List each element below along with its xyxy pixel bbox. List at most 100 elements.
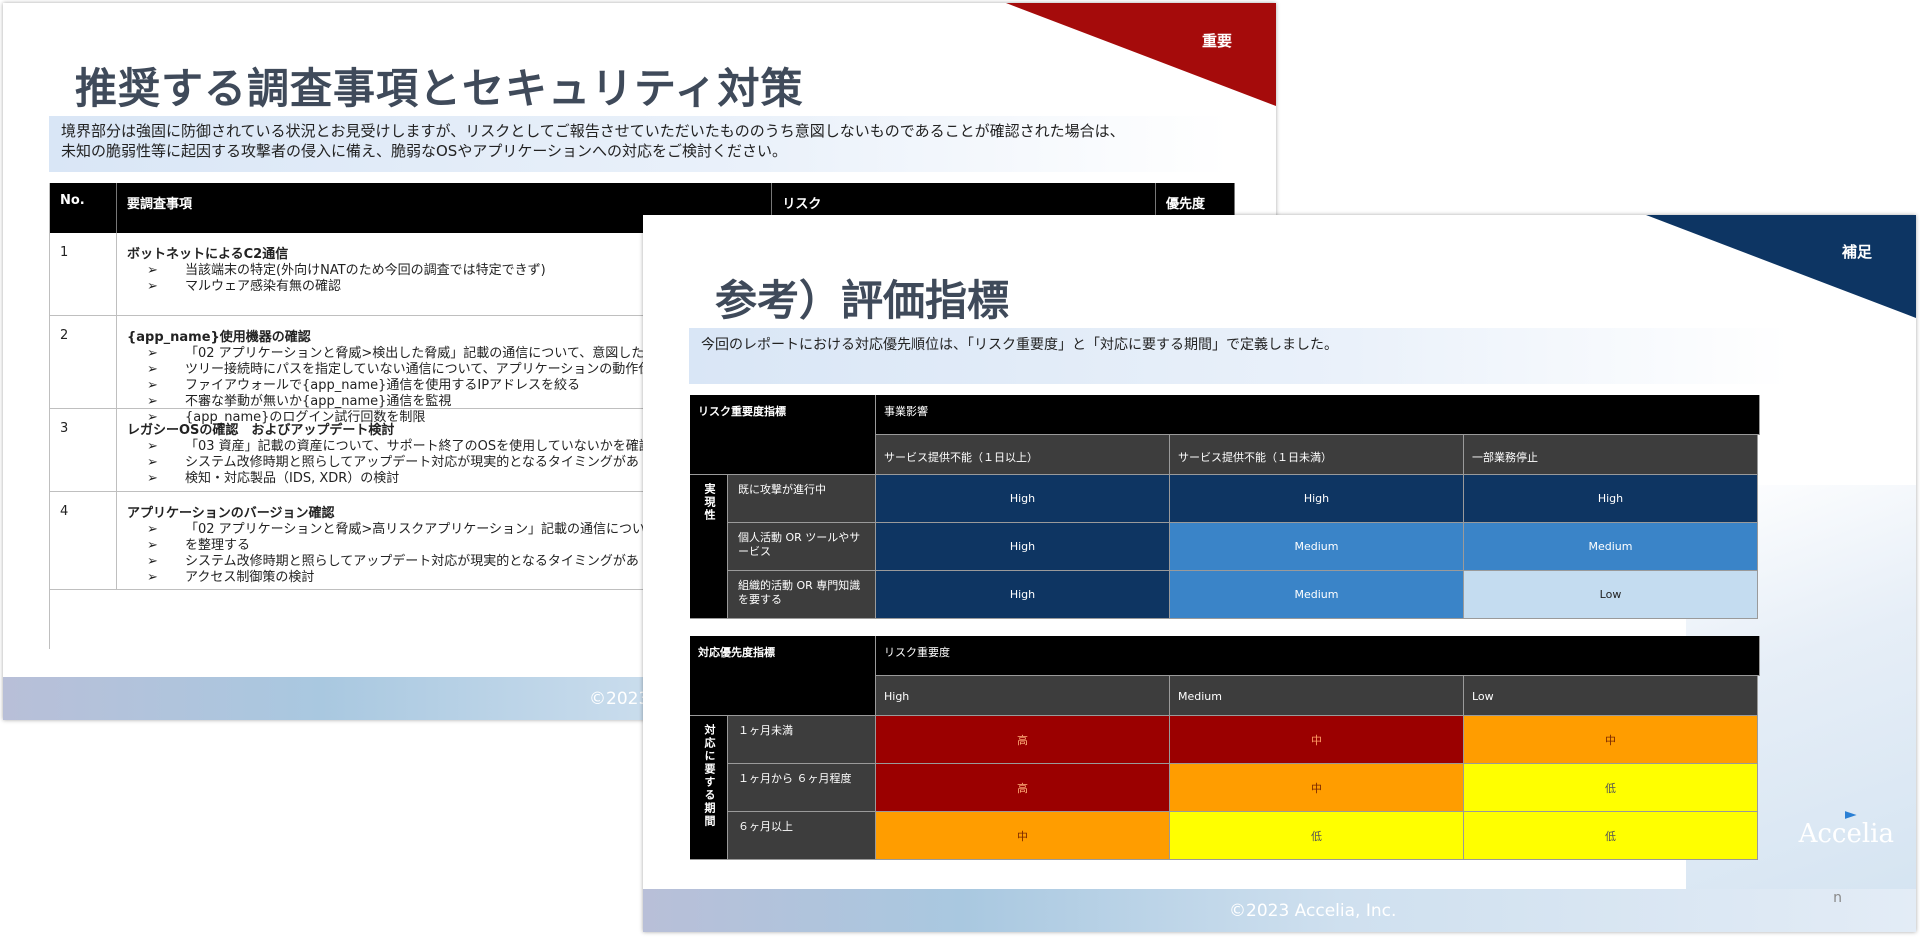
bullet-text: ツリー接続時にパスを指定していない通信について、アプリケーションの動作仕: [185, 362, 652, 377]
bullet-arrow-icon: ➢: [147, 455, 158, 470]
matrix-cell: High: [876, 475, 1170, 523]
matrix-cell: 中: [876, 812, 1170, 860]
matrix-cell: 高: [876, 716, 1170, 764]
bullet-text: 検知・対応製品（IDS, XDR）の検討: [185, 471, 400, 486]
bullet-text: アクセス制御策の検討: [185, 570, 315, 585]
matrix-rows: １ヶ月未満高中中 １ヶ月から ６ヶ月程度高中低 ６ヶ月以上中低低: [728, 716, 1758, 860]
matrix-row: １ヶ月未満高中中: [728, 716, 1758, 764]
response-priority-matrix: 対応優先度指標 リスク重要度 High Medium Low 対応に要する期間 １ヶ月未満高…: [690, 636, 1760, 860]
row-label: １ヶ月未満: [728, 716, 876, 764]
matrix-cell: 中: [1170, 764, 1464, 812]
slide1-title: 推奨する調査事項とセキュリティ対策: [75, 64, 804, 113]
matrix-body: 実現性 既に攻撃が進行中 High High High 個人活動 OR ツールやサービス H…: [690, 475, 1760, 619]
column-header: 一部業務停止: [1464, 435, 1758, 475]
matrix-cell: High: [876, 571, 1170, 619]
bullet-text: システム改修時期と照らしてアップデート対応が現実的となるタイミングがあ: [185, 455, 639, 470]
bullet-arrow-icon: ➢: [147, 346, 158, 361]
matrix-cell: High: [1170, 475, 1464, 523]
matrix-cell: Medium: [1170, 523, 1464, 571]
row-label: １ヶ月から ６ヶ月程度: [728, 764, 876, 812]
matrix-cell: Low: [1464, 571, 1758, 619]
matrix-cell: 高: [876, 764, 1170, 812]
corner-badge-label: 補足: [1841, 243, 1872, 261]
matrix-cell: High: [1464, 475, 1758, 523]
bullet-arrow-icon: ➢: [147, 378, 158, 393]
slide1-lead: 境界部分は強固に防御されている状況とお見受けしますが、リスクとしてご報告させてい…: [49, 116, 1229, 172]
row-label: 既に攻撃が進行中: [728, 475, 876, 523]
matrix-cell: High: [876, 523, 1170, 571]
slide1-copyright: ©2023: [589, 689, 650, 709]
row-number: 4: [50, 492, 117, 589]
bullet-arrow-icon: ➢: [147, 263, 158, 278]
matrix-row: 既に攻撃が進行中 High High High: [728, 475, 1758, 523]
corner-badge-label: 重要: [1201, 32, 1232, 50]
matrix-corner-label: リスク重要度指標: [690, 395, 876, 475]
row-label: ６ヶ月以上: [728, 812, 876, 860]
bullet-arrow-icon: ➢: [147, 394, 158, 409]
lead-line-2: 未知の脆弱性等に起因する攻撃者の侵入に備え、脆弱なOSやアプリケーションへの対応…: [61, 142, 788, 160]
column-header-row: サービス提供不能（１日以上） サービス提供不能（１日未満） 一部業務停止: [876, 435, 1760, 475]
row-label: 組織的活動 OR 専門知識を要する: [728, 571, 876, 619]
bullet-arrow-icon: ➢: [147, 570, 158, 585]
corner-badge-supplement: 補足: [1646, 215, 1916, 318]
row-number: 1: [50, 233, 117, 315]
slide2-lead: 今回のレポートにおける対応優先順位は、「リスク重要度」と「対応に要する期間」で定…: [689, 328, 1789, 384]
matrix-rows: 既に攻撃が進行中 High High High 個人活動 OR ツールやサービス High…: [728, 475, 1758, 619]
row-number: 3: [50, 409, 117, 491]
bullet-arrow-icon: ➢: [147, 439, 158, 454]
accelia-logo: Accelia: [1798, 811, 1894, 849]
risk-severity-matrix: リスク重要度指標 事業影響 サービス提供不能（１日以上） サービス提供不能（１日未満）…: [690, 395, 1760, 619]
header-no: No.: [50, 183, 117, 233]
bullet-text: マルウェア感染有無の確認: [185, 279, 342, 294]
matrix-cell: Medium: [1464, 523, 1758, 571]
lead-line-1: 境界部分は強固に防御されている状況とお見受けしますが、リスクとしてご報告させてい…: [61, 122, 1125, 140]
column-header: サービス提供不能（１日以上）: [876, 435, 1170, 475]
matrix-cell: Medium: [1170, 571, 1464, 619]
row-group-label: 実現性: [690, 475, 728, 619]
matrix-row: １ヶ月から ６ヶ月程度高中低: [728, 764, 1758, 812]
bullet-arrow-icon: ➢: [147, 279, 158, 294]
column-header: サービス提供不能（１日未満）: [1170, 435, 1464, 475]
bullet-text: 「02 アプリケーションと脅威>検出した脅威」記載の通信について、意図したも: [185, 346, 658, 361]
slide-evaluation-index: 補足 参考）評価指標 今回のレポートにおける対応優先順位は、「リスク重要度」と「…: [643, 215, 1916, 932]
matrix-cell: 低: [1464, 764, 1758, 812]
matrix-cell: 中: [1170, 716, 1464, 764]
matrix-cell: 低: [1464, 812, 1758, 860]
matrix-body: 対応に要する期間 １ヶ月未満高中中 １ヶ月から ６ヶ月程度高中低 ６ヶ月以上中低低: [690, 716, 1760, 860]
matrix-header: 対応優先度指標 リスク重要度 High Medium Low: [690, 636, 1760, 716]
column-group-label: リスク重要度: [876, 636, 1760, 676]
matrix-corner-label: 対応優先度指標: [690, 636, 876, 716]
row-label: 個人活動 OR ツールやサービス: [728, 523, 876, 571]
bullet-text: 不審な挙動が無いか{app_name}通信を監視: [185, 394, 452, 409]
matrix-row: 組織的活動 OR 専門知識を要する High Medium Low: [728, 571, 1758, 619]
row-group-label: 対応に要する期間: [690, 716, 728, 860]
row-number: 2: [50, 316, 117, 408]
bullet-text: システム改修時期と照らしてアップデート対応が現実的となるタイミングがあ: [185, 554, 639, 569]
matrix-cell: 中: [1464, 716, 1758, 764]
bullet-arrow-icon: ➢: [147, 362, 158, 377]
column-header: Low: [1464, 676, 1758, 716]
matrix-header: リスク重要度指標 事業影響 サービス提供不能（１日以上） サービス提供不能（１日未満）…: [690, 395, 1760, 475]
column-header: Medium: [1170, 676, 1464, 716]
bullet-arrow-icon: ➢: [147, 538, 158, 553]
matrix-cell: 低: [1170, 812, 1464, 860]
column-header: High: [876, 676, 1170, 716]
bullet-text: 当該端末の特定(外向けNATのため今回の調査では特定できず): [185, 263, 546, 278]
slide2-copyright: ©2023 Accelia, Inc.: [1229, 901, 1397, 921]
slide2-footer: ©2023 Accelia, Inc.: [643, 889, 1916, 932]
column-group-label: 事業影響: [876, 395, 1760, 435]
bullet-arrow-icon: ➢: [147, 522, 158, 537]
matrix-column-headers: 事業影響 サービス提供不能（１日以上） サービス提供不能（１日未満） 一部業務停止: [876, 395, 1760, 475]
bullet-text: を整理する: [185, 538, 251, 553]
bullet-text: ファイアウォールで{app_name}通信を使用するIPアドレスを絞る: [185, 378, 581, 393]
page-number: n: [1833, 890, 1842, 906]
matrix-row: 個人活動 OR ツールやサービス High Medium Medium: [728, 523, 1758, 571]
matrix-row: ６ヶ月以上中低低: [728, 812, 1758, 860]
column-header-row: High Medium Low: [876, 676, 1760, 716]
bullet-text: 「03 資産」記載の資産について、サポート終了のOSを使用していないかを確認: [185, 439, 652, 454]
slide2-title: 参考）評価指標: [715, 276, 1010, 325]
matrix-column-headers: リスク重要度 High Medium Low: [876, 636, 1760, 716]
bullet-text: 「02 アプリケーションと脅威>高リスクアプリケーション」記載の通信につい: [185, 522, 646, 537]
corner-badge-important: 重要: [1006, 3, 1276, 106]
logo-text: Accelia: [1798, 819, 1894, 849]
